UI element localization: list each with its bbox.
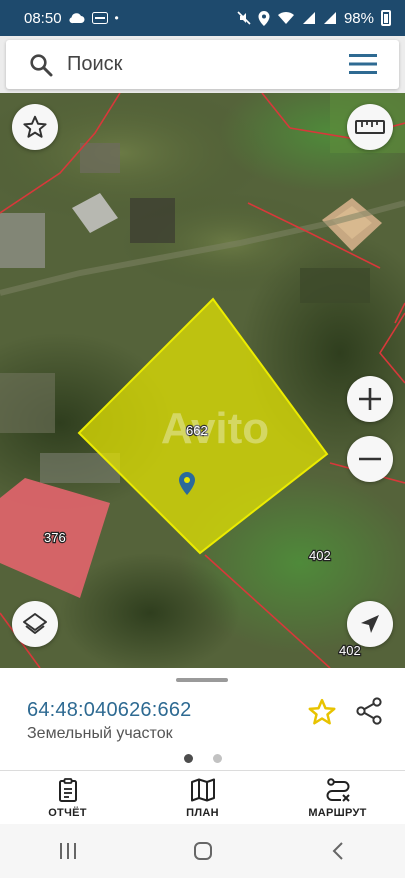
layers-icon — [23, 613, 47, 634]
plus-icon — [359, 388, 381, 410]
mute-icon — [237, 11, 251, 25]
my-location-button[interactable] — [347, 601, 393, 647]
zoom-in-button[interactable] — [347, 376, 393, 422]
tab-route-label: МАРШРУТ — [308, 807, 367, 819]
tab-route[interactable]: МАРШРУТ — [270, 771, 405, 824]
drag-handle[interactable] — [176, 678, 228, 682]
system-navigation-bar — [0, 824, 405, 878]
page-dot-1 — [184, 754, 193, 763]
back-chevron-icon — [332, 842, 343, 860]
status-bar: 08:50 • 98% — [0, 0, 405, 36]
cloud-icon — [68, 13, 85, 24]
signal-2-icon — [323, 12, 336, 24]
recent-apps-icon — [59, 843, 76, 859]
battery-percent: 98% — [343, 9, 374, 27]
share-icon[interactable] — [354, 696, 384, 726]
search-bar[interactable] — [6, 40, 399, 89]
ruler-button[interactable] — [347, 104, 393, 150]
satellite-map[interactable]: 376 662 Avito 402 402 — [0, 93, 405, 668]
home-button[interactable] — [183, 831, 223, 871]
navigation-arrow-icon — [361, 615, 379, 633]
zoom-out-button[interactable] — [347, 436, 393, 482]
search-input[interactable] — [67, 53, 317, 76]
tab-plan-label: ПЛАН — [186, 807, 219, 819]
favorite-star-icon[interactable] — [307, 697, 337, 727]
location-icon — [258, 10, 270, 26]
land-type-label: Земельный участок — [27, 725, 173, 742]
tab-report[interactable]: ОТЧЁТ — [0, 771, 135, 824]
back-button[interactable] — [318, 831, 358, 871]
page-dot-2 — [213, 754, 222, 763]
wifi-icon — [277, 11, 294, 24]
parcel-info-panel[interactable]: 64:48:040626:662 Земельный участок — [0, 668, 405, 770]
tab-plan[interactable]: ПЛАН — [135, 771, 270, 824]
page-indicator — [184, 754, 222, 763]
layers-button[interactable] — [12, 601, 58, 647]
battery-icon — [381, 10, 391, 26]
parcel-label-402: 402 — [309, 548, 331, 563]
avito-watermark: Avito — [161, 404, 269, 453]
satellite-imagery[interactable]: 376 662 Avito 402 402 — [0, 93, 405, 668]
search-icon[interactable] — [29, 53, 53, 77]
home-icon — [193, 842, 212, 860]
clipboard-icon — [58, 778, 77, 802]
app-badge-icon — [91, 12, 108, 24]
parcel-label-402-b: 402 — [339, 643, 361, 658]
route-icon — [326, 778, 350, 802]
hamburger-menu-icon[interactable] — [349, 54, 377, 74]
signal-1-icon — [302, 12, 315, 24]
ruler-icon — [355, 120, 385, 134]
minus-icon — [359, 457, 381, 461]
favorites-button[interactable] — [12, 104, 58, 150]
cadastral-number[interactable]: 64:48:040626:662 — [27, 699, 191, 722]
bottom-navigation: ОТЧЁТ ПЛАН МАРШРУТ — [0, 770, 405, 824]
status-time: 08:50 — [24, 9, 62, 27]
more-dot-icon: • — [114, 11, 119, 25]
map-icon — [190, 778, 215, 802]
recent-apps-button[interactable] — [48, 831, 88, 871]
parcel-label-376: 376 — [44, 530, 66, 545]
star-outline-icon — [23, 115, 47, 138]
tab-report-label: ОТЧЁТ — [48, 807, 87, 819]
search-header — [0, 36, 405, 93]
